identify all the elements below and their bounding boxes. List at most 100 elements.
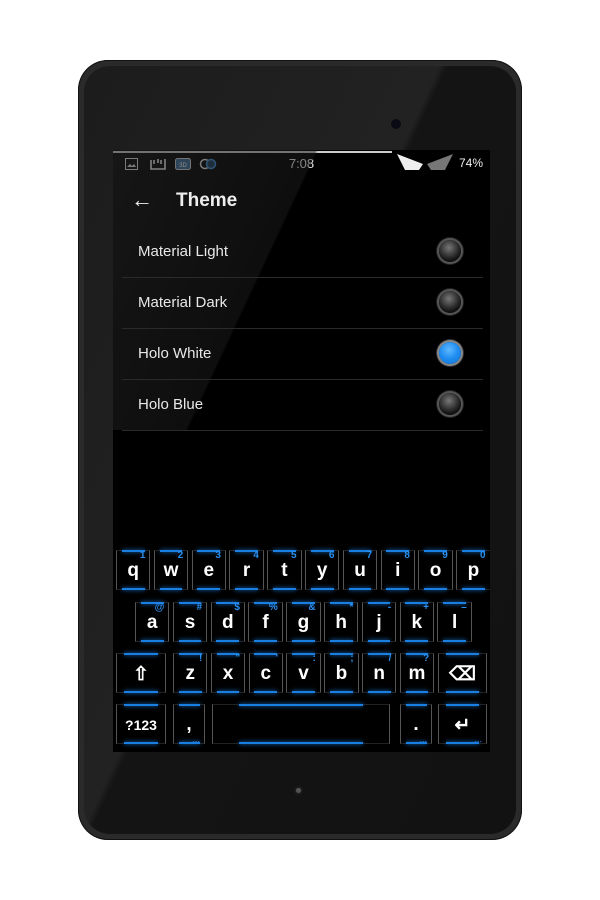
key-l[interactable]: l – <box>437 602 472 642</box>
front-camera <box>391 119 401 129</box>
symbols-key[interactable]: ?123 <box>116 704 166 744</box>
key-hint: / <box>388 653 392 664</box>
screen: 3D 7:08 74% ← Theme Material Light Mater… <box>113 150 490 752</box>
key-label: q <box>127 560 139 581</box>
more-icon: ... <box>419 734 427 744</box>
period-key[interactable]: .... <box>400 704 432 744</box>
key-hint: 9 <box>442 550 448 561</box>
key-v[interactable]: v: <box>286 653 321 693</box>
key-label: v <box>298 663 309 684</box>
key-hint: $ <box>234 602 240 613</box>
theme-option-label: Material Dark <box>138 294 228 311</box>
status-progress-line <box>113 151 392 153</box>
key-w[interactable]: w2 <box>153 550 189 590</box>
key-label: w <box>163 560 179 581</box>
key-hint: ' <box>275 653 278 664</box>
key-label: a <box>146 612 158 633</box>
key-z[interactable]: z! <box>173 653 208 693</box>
radio-button-selected[interactable] <box>439 342 461 364</box>
key-label: o <box>429 560 442 581</box>
key-hint: * <box>349 602 354 613</box>
theme-option-holo-white[interactable]: Holo White <box>122 329 483 380</box>
symbols-label: ?123 <box>125 717 157 733</box>
radio-button[interactable] <box>439 240 461 262</box>
key-e[interactable]: e3 <box>191 550 226 590</box>
key-hint: – <box>461 602 467 613</box>
key-q[interactable]: q1 <box>116 550 151 590</box>
key-r[interactable]: r4 <box>229 550 264 590</box>
key-x[interactable]: x " <box>210 653 246 693</box>
key-c[interactable]: c ' <box>248 653 283 693</box>
key-label: e <box>203 560 215 581</box>
key-p[interactable]: p0 <box>456 550 490 590</box>
comma-label: , <box>186 714 192 735</box>
theme-option-material-light[interactable]: Material Light <box>122 227 483 278</box>
shift-key[interactable]: ⇧ <box>116 653 166 693</box>
key-i[interactable]: i8 <box>380 550 415 590</box>
key-s[interactable]: s # <box>172 602 208 642</box>
key-m[interactable]: m? <box>399 653 435 693</box>
radio-button[interactable] <box>439 393 461 415</box>
notification-led <box>296 788 301 793</box>
key-label: t <box>281 560 288 581</box>
key-hint: 0 <box>480 550 486 561</box>
key-hint: 7 <box>366 550 373 561</box>
key-t[interactable]: t5 <box>267 550 302 590</box>
key-label: g <box>297 612 310 633</box>
key-hint: ; <box>350 653 354 664</box>
key-u[interactable]: u7 <box>342 550 378 590</box>
back-arrow-icon[interactable]: ← <box>131 189 153 211</box>
key-label: i <box>395 560 401 581</box>
key-h[interactable]: h * <box>324 602 359 642</box>
key-label: f <box>262 612 269 633</box>
key-hint: % <box>268 602 278 613</box>
key-k[interactable]: k + <box>399 602 434 642</box>
key-label: j <box>376 612 382 633</box>
key-j[interactable]: j- <box>361 602 397 642</box>
key-label: b <box>335 663 348 684</box>
key-hint: 8 <box>404 550 410 561</box>
key-hint: : <box>312 653 316 664</box>
delete-key[interactable]: ⌫ <box>438 653 487 693</box>
theme-option-holo-blue[interactable]: Holo Blue <box>122 380 483 431</box>
wifi-signal-icon <box>397 154 453 170</box>
radio-button[interactable] <box>439 291 461 313</box>
key-hint: " <box>235 653 241 664</box>
key-label: n <box>373 663 385 684</box>
key-n[interactable]: n / <box>362 653 397 693</box>
key-g[interactable]: g & <box>286 602 321 642</box>
key-a[interactable]: a @ <box>135 602 170 642</box>
key-label: z <box>185 663 195 684</box>
key-hint: 3 <box>215 550 221 561</box>
key-hint: @ <box>154 602 165 613</box>
key-hint: ! <box>199 653 203 664</box>
key-hint: # <box>196 602 203 613</box>
page-title: Theme <box>176 190 238 211</box>
key-label: c <box>260 663 272 684</box>
battery-percent: 74% <box>458 156 483 170</box>
comma-key[interactable]: ,... <box>173 704 205 744</box>
enter-key[interactable]: ↵... <box>438 704 487 744</box>
key-f[interactable]: f% <box>248 602 283 642</box>
key-b[interactable]: b; <box>324 653 359 693</box>
key-label: y <box>316 560 328 581</box>
key-d[interactable]: d $ <box>210 602 245 642</box>
theme-option-label: Holo Blue <box>138 396 204 413</box>
key-label: h <box>335 612 347 633</box>
key-hint: 1 <box>139 550 146 561</box>
key-y[interactable]: y6 <box>305 550 340 590</box>
shift-icon: ⇧ <box>133 664 149 685</box>
key-hint: 5 <box>291 550 297 561</box>
key-label: m <box>408 663 426 684</box>
key-o[interactable]: o9 <box>418 550 453 590</box>
key-label: k <box>411 612 423 633</box>
theme-option-label: Holo White <box>138 345 212 362</box>
key-hint: 6 <box>328 550 335 561</box>
key-label: d <box>221 612 234 633</box>
theme-option-material-dark[interactable]: Material Dark <box>122 278 483 329</box>
key-hint: - <box>387 602 392 613</box>
key-hint: + <box>423 602 429 613</box>
key-label: u <box>354 560 366 581</box>
key-hint: ? <box>423 653 430 664</box>
space-key[interactable] <box>212 704 390 744</box>
